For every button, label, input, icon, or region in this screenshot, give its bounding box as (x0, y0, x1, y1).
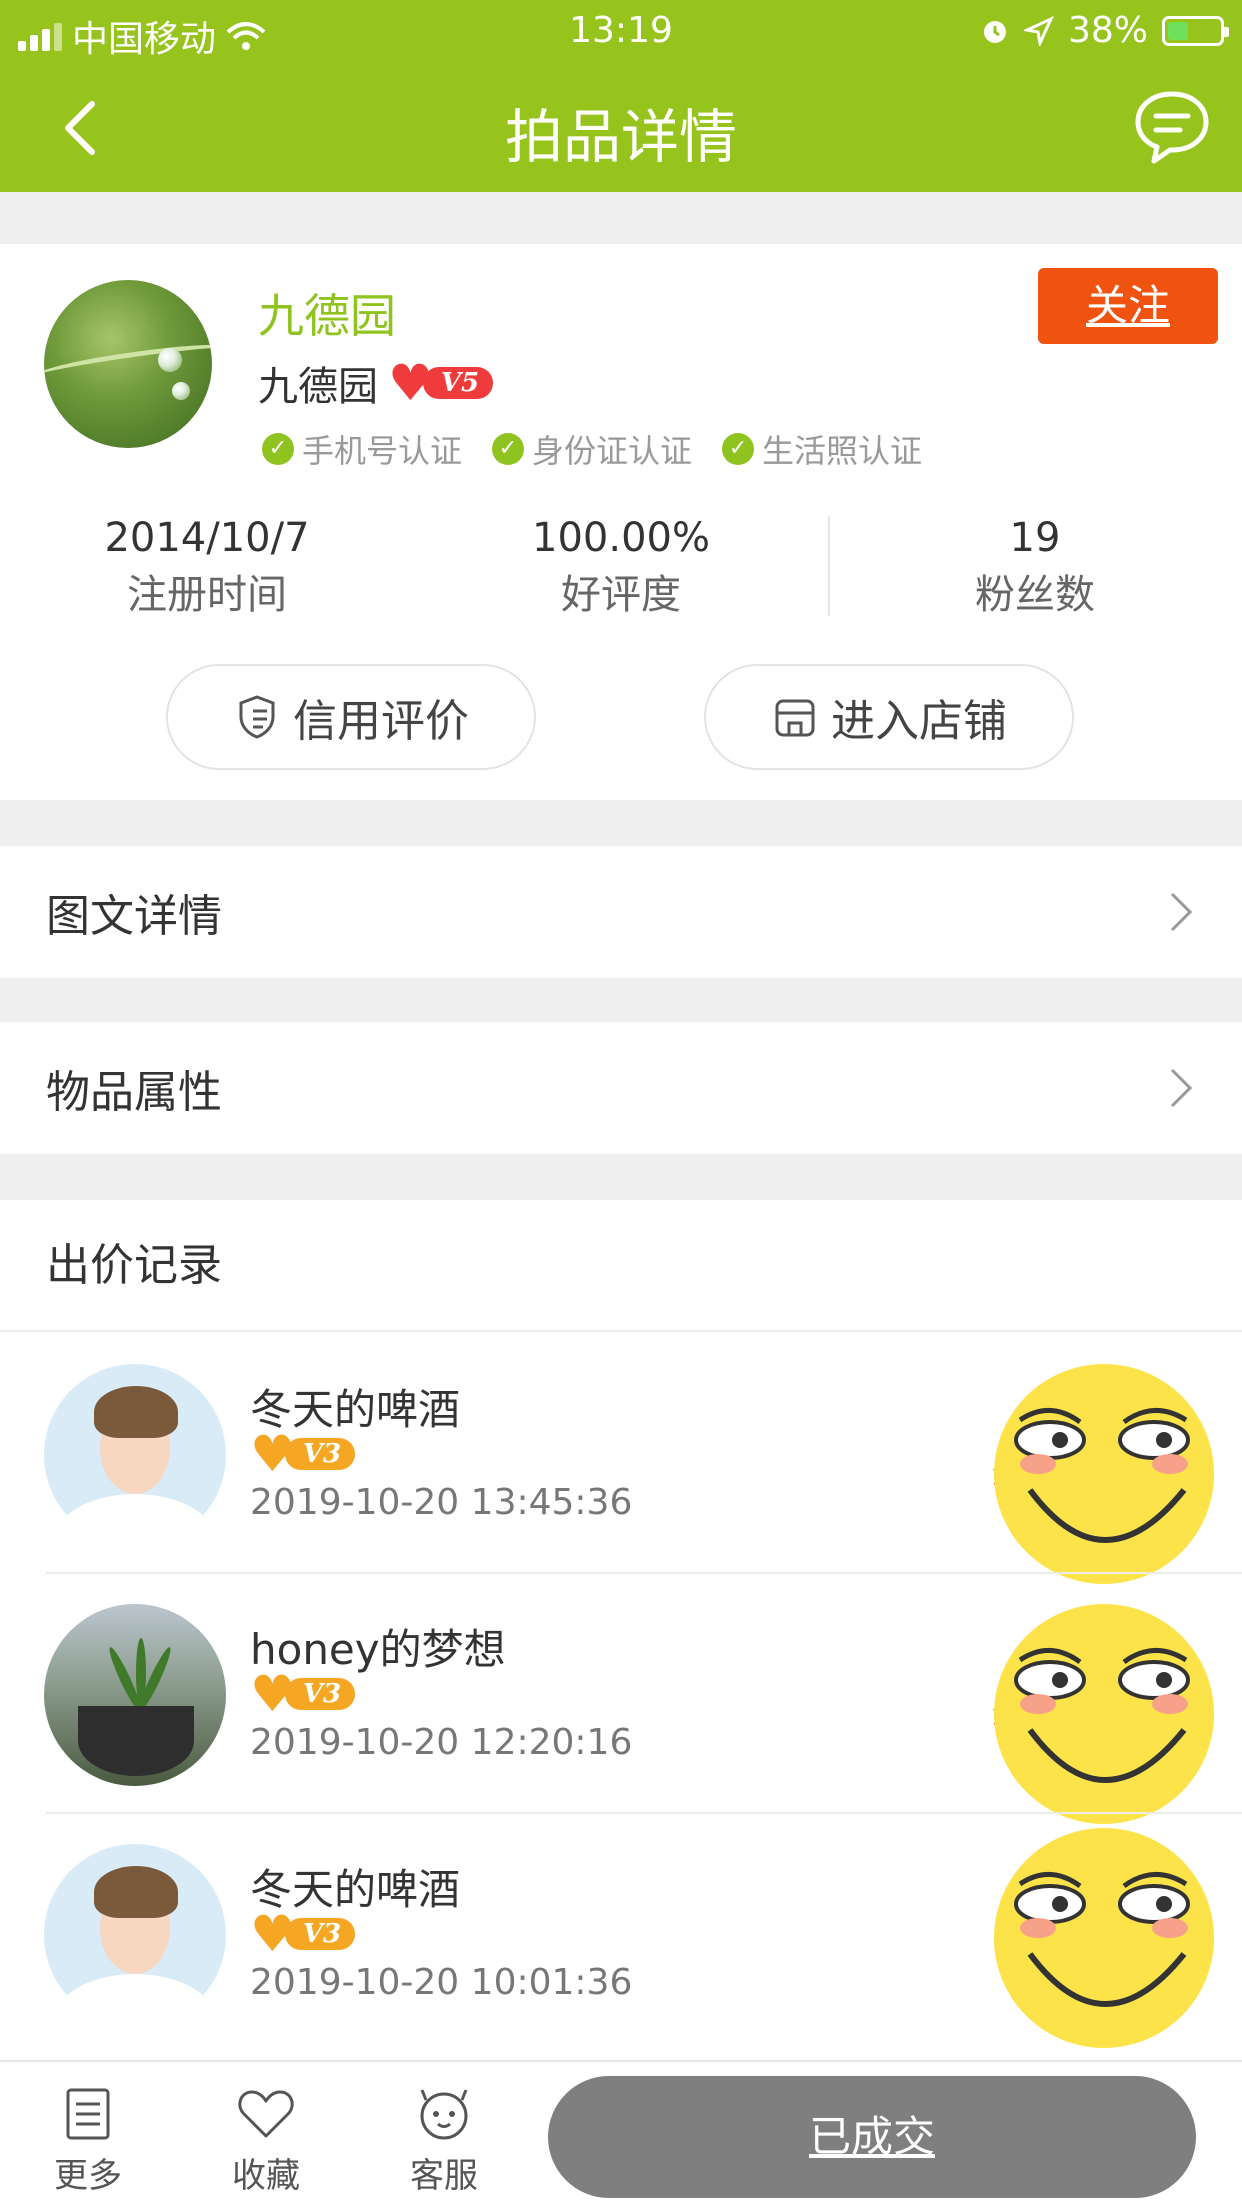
check-icon: ✓ (492, 433, 525, 465)
check-icon: ✓ (262, 433, 294, 465)
app-header: 中国移动 13:19 38% 拍品详情 (0, 0, 1242, 192)
chevron-right-icon (1170, 892, 1193, 932)
status-bar: 中国移动 13:19 38% (0, 0, 1242, 60)
image-detail-row[interactable]: 图文详情 (0, 846, 1242, 978)
bid-item[interactable]: 冬天的啤酒 ♥ V3 2019-10-20 10:01:36 (0, 1814, 1242, 2054)
favorite-tab[interactable]: 收藏 (206, 2084, 326, 2197)
seller-nickname: 九德园 (258, 364, 378, 410)
deal-completed-button[interactable]: 已成交 (548, 2076, 1196, 2198)
stat-rating: 100.00% 好评度 (532, 515, 710, 618)
battery-percent: 38% (1067, 10, 1148, 51)
attributes-row[interactable]: 物品属性 (0, 1022, 1242, 1154)
page-title: 拍品详情 (504, 103, 737, 171)
cert-id: ✓ 身份证认证 (492, 426, 692, 472)
bid-records: 出价记录 冬天的啤酒 ♥V3 2019-10-20 13:45:36 ¥ hon… (0, 1200, 1242, 2060)
bid-records-title: 出价记录 (0, 1200, 1242, 1332)
stat-fans: 19 粉丝数 (828, 510, 1242, 624)
bid-time: 2019-10-20 12:20:16 (250, 1722, 633, 1763)
chevron-right-icon (1170, 1068, 1193, 1108)
battery-icon (1162, 15, 1229, 46)
status-right: 38% (980, 10, 1229, 51)
smiley-sticker-icon (994, 1828, 1214, 2048)
image-detail-label: 图文详情 (46, 891, 222, 942)
heart-outline-icon (238, 2090, 294, 2138)
shield-icon (239, 695, 275, 739)
customer-service-icon (420, 2089, 468, 2140)
seller-nickname-row: 九德园 ♥ V5 (258, 354, 494, 412)
level-badge: ♥ V5 (388, 358, 494, 408)
shop-name[interactable]: 九德园 (258, 280, 396, 346)
smiley-sticker-icon (994, 1364, 1214, 1584)
bidder-avatar[interactable] (44, 1844, 226, 2026)
stat-register: 2014/10/7 注册时间 (104, 515, 310, 618)
bidder-level-badge: ♥ V3 (250, 1429, 356, 1479)
seller-card: 九德园 关注 九德园 ♥ V5 ✓ 手机号认证 ✓ 身份证认证 ✓ 生活照认证 2014… (0, 244, 1242, 800)
store-icon (775, 699, 815, 737)
certifications: ✓ 手机号认证 ✓ 身份证认证 ✓ 生活照认证 (262, 426, 922, 472)
enter-store-button[interactable]: 进入店铺 (704, 664, 1074, 770)
bidder-avatar[interactable] (44, 1604, 226, 1786)
cert-photo: ✓ 生活照认证 (722, 426, 922, 472)
location-icon (1023, 15, 1054, 46)
seller-stats: 2014/10/7 注册时间 100.00% 好评度 19 粉丝数 (0, 510, 1242, 624)
bid-item[interactable]: 冬天的啤酒 ♥V3 2019-10-20 13:45:36 ¥ (0, 1334, 1242, 1584)
follow-button[interactable]: 关注 (1038, 268, 1218, 344)
cert-phone: ✓ 手机号认证 (262, 426, 462, 472)
message-icon[interactable] (1132, 88, 1212, 168)
bid-item[interactable]: honey的梦想 ♥V3 2019-10-20 12:20:16 ¥ (0, 1574, 1242, 1824)
nav-bar: 拍品详情 (0, 80, 1242, 180)
bid-time: 2019-10-20 10:01:36 (250, 1962, 633, 2003)
credit-review-button[interactable]: 信用评价 (166, 664, 536, 770)
bidder-level-badge: ♥ V3 (250, 1669, 356, 1719)
alarm-icon (983, 20, 1006, 43)
bid-time: 2019-10-20 13:45:36 (250, 1482, 633, 1523)
bottom-action-bar: 更多 收藏 客服 已成交 (0, 2060, 1242, 2208)
attributes-label: 物品属性 (46, 1067, 222, 1118)
bidder-avatar[interactable] (44, 1364, 226, 1546)
service-tab[interactable]: 客服 (384, 2084, 504, 2197)
more-tab[interactable]: 更多 (28, 2084, 148, 2197)
check-icon: ✓ (722, 433, 755, 465)
smiley-sticker-icon (994, 1604, 1214, 1824)
seller-avatar[interactable] (44, 280, 212, 448)
list-icon (66, 2088, 110, 2140)
bidder-level-badge: ♥ V3 (250, 1909, 356, 1959)
